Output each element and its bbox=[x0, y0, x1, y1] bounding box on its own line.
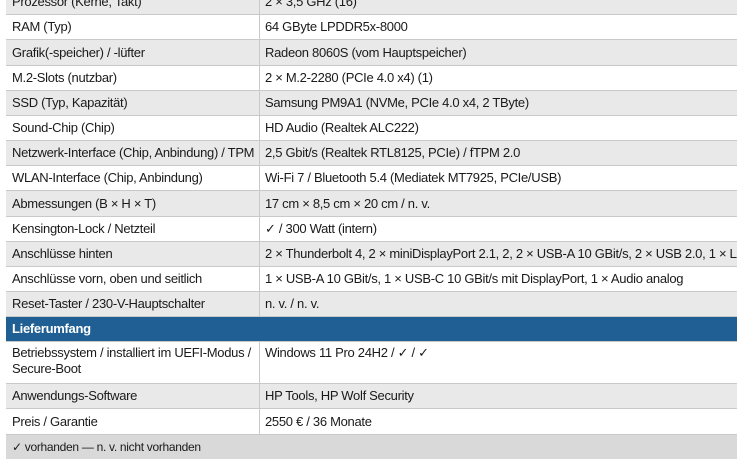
row-value: Wi-Fi 7 / Bluetooth 5.4 (Mediatek MT7925… bbox=[265, 170, 562, 185]
table-row: M.2-Slots (nutzbar) 2 × M.2-2280 (PCIe 4.… bbox=[6, 66, 737, 91]
row-label: Grafik(-speicher) / -lüfter bbox=[6, 40, 260, 65]
row-label: Reset-Taster / 230-V-Hauptschalter bbox=[6, 292, 260, 316]
row-value: Windows 11 Pro 24H2 / ✓ / ✓ bbox=[265, 345, 429, 360]
row-value: Samsung PM9A1 (NVMe, PCIe 4.0 x4, 2 TByt… bbox=[265, 95, 529, 110]
row-label: Sound-Chip (Chip) bbox=[6, 116, 260, 140]
table-row: Abmessungen (B × H × T) 17 cm × 8,5 cm × … bbox=[6, 191, 737, 217]
spec-rows-hardware: Prozessor (Kerne, Takt) 2 × 3,5 GHz (16) R… bbox=[6, 0, 737, 317]
row-label: Prozessor (Kerne, Takt) bbox=[6, 0, 260, 14]
row-label: Netzwerk-Interface (Chip, Anbindung) / T… bbox=[6, 141, 260, 165]
spec-table: Prozessor (Kerne, Takt) 2 × 3,5 GHz (16) R… bbox=[6, 0, 737, 459]
table-row: WLAN-Interface (Chip, Anbindung) Wi-Fi 7 … bbox=[6, 166, 737, 191]
row-value: HP Tools, HP Wolf Security bbox=[265, 388, 414, 403]
table-row: Anwendungs-Software HP Tools, HP Wolf Sec… bbox=[6, 384, 737, 409]
row-value: 17 cm × 8,5 cm × 20 cm / n. v. bbox=[265, 196, 430, 211]
table-row: Preis / Garantie 2550 € / 36 Monate bbox=[6, 409, 737, 435]
row-label: Anschlüsse vorn, oben und seitlich bbox=[6, 267, 260, 291]
row-value: HD Audio (Realtek ALC222) bbox=[265, 120, 419, 135]
legend-footnote: ✓ vorhanden — n. v. nicht vorhanden bbox=[6, 435, 737, 459]
row-value: 2,5 Gbit/s (Realtek RTL8125, PCIe) / fTP… bbox=[265, 145, 521, 160]
row-label: RAM (Typ) bbox=[6, 15, 260, 39]
row-label: Anwendungs-Software bbox=[6, 384, 260, 408]
table-row: Netzwerk-Interface (Chip, Anbindung) / T… bbox=[6, 141, 737, 166]
row-value: 2550 € / 36 Monate bbox=[265, 414, 372, 429]
row-value: 2 × Thunderbolt 4, 2 × miniDisplayPort 2… bbox=[265, 246, 737, 261]
row-value: 2 × 3,5 GHz (16) bbox=[265, 0, 357, 9]
row-value: 64 GByte LPDDR5x-8000 bbox=[265, 19, 408, 34]
row-label: Betriebssystem / installiert im UEFI-Mod… bbox=[6, 342, 260, 383]
table-row: Prozessor (Kerne, Takt) 2 × 3,5 GHz (16) bbox=[6, 0, 737, 15]
table-row: Betriebssystem / installiert im UEFI-Mod… bbox=[6, 342, 737, 384]
row-label: Abmessungen (B × H × T) bbox=[6, 191, 260, 216]
table-row: Anschlüsse vorn, oben und seitlich 1 × US… bbox=[6, 267, 737, 292]
row-label: SSD (Typ, Kapazität) bbox=[6, 91, 260, 115]
table-row: Sound-Chip (Chip) HD Audio (Realtek ALC22… bbox=[6, 116, 737, 141]
table-row: Reset-Taster / 230-V-Hauptschalter n. v. … bbox=[6, 292, 737, 317]
table-row: Kensington-Lock / Netzteil ✓ / 300 Watt (… bbox=[6, 217, 737, 242]
row-label: M.2-Slots (nutzbar) bbox=[6, 66, 260, 90]
row-value: 2 × M.2-2280 (PCIe 4.0 x4) (1) bbox=[265, 70, 433, 85]
row-label: WLAN-Interface (Chip, Anbindung) bbox=[6, 166, 260, 190]
row-value: 1 × USB-A 10 GBit/s, 1 × USB-C 10 GBit/s… bbox=[265, 271, 684, 286]
table-row: Grafik(-speicher) / -lüfter Radeon 8060S … bbox=[6, 40, 737, 66]
row-label: Kensington-Lock / Netzteil bbox=[6, 217, 260, 241]
table-row: RAM (Typ) 64 GByte LPDDR5x-8000 bbox=[6, 15, 737, 40]
table-row: Anschlüsse hinten 2 × Thunderbolt 4, 2 × … bbox=[6, 242, 737, 267]
row-label: Preis / Garantie bbox=[6, 409, 260, 434]
row-value: n. v. / n. v. bbox=[265, 296, 320, 311]
section-header-lieferumfang: Lieferumfang bbox=[6, 317, 737, 342]
row-value: ✓ / 300 Watt (intern) bbox=[265, 221, 377, 236]
spec-rows-lieferumfang: Betriebssystem / installiert im UEFI-Mod… bbox=[6, 342, 737, 435]
row-label: Anschlüsse hinten bbox=[6, 242, 260, 266]
table-row: SSD (Typ, Kapazität) Samsung PM9A1 (NVMe,… bbox=[6, 91, 737, 116]
row-value: Radeon 8060S (vom Hauptspeicher) bbox=[265, 45, 467, 60]
